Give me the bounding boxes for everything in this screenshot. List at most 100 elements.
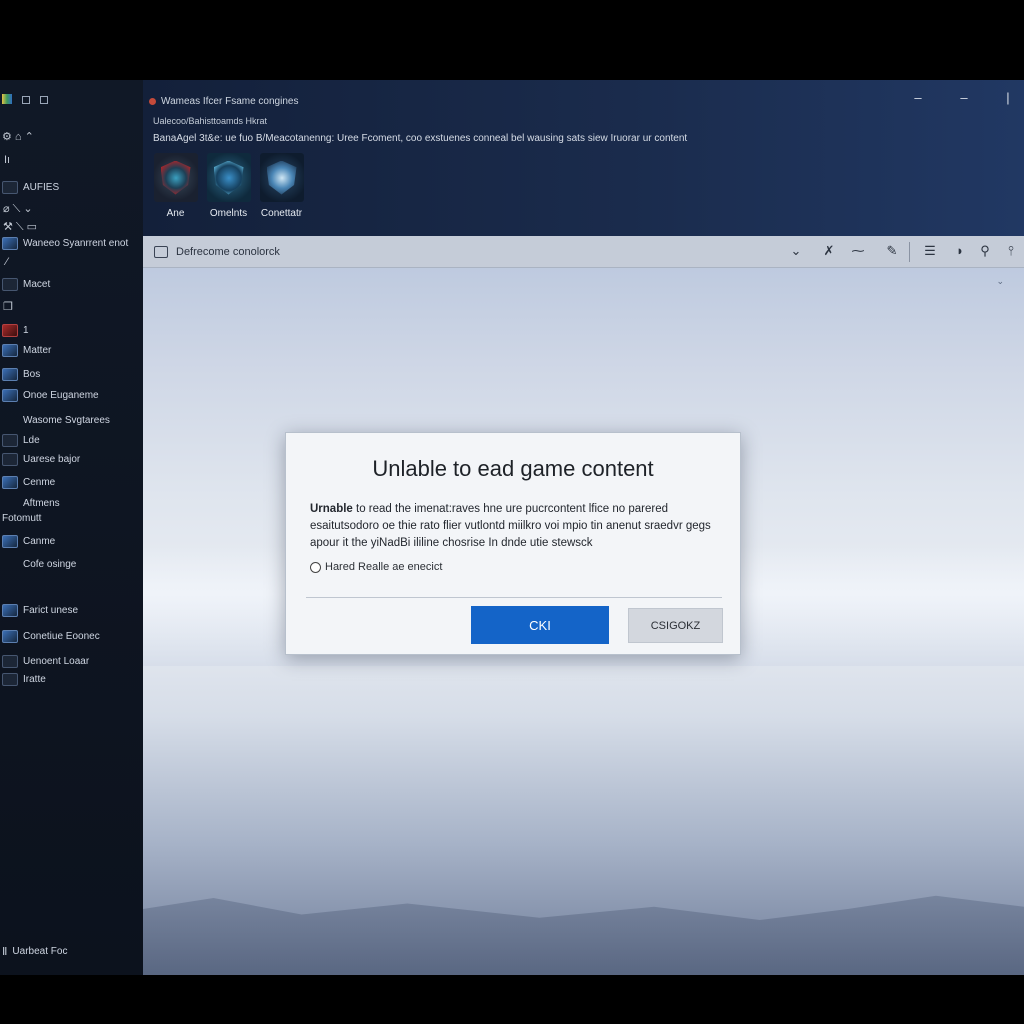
scroll-icon[interactable]: ⫯ [1003,243,1019,259]
bookmark-icon[interactable]: ◗ [952,243,968,258]
window-title: Wameas Ifcer Fsame congines [149,96,298,107]
game-thumbnail [206,153,251,202]
sidebar-item-iratte[interactable]: Iratte [2,671,46,687]
dialog-message-lead: Urnable [310,503,353,515]
game-thumbnail [153,153,198,202]
square-icon[interactable] [40,96,48,104]
dialog-title: Unlable to ead game content [372,456,654,481]
minus-icon[interactable]: ⁓ [850,243,866,259]
dialog-divider [306,597,722,598]
game-icon [2,367,18,381]
sidebar-item-conetiue[interactable]: Conetiue Eoonec [2,628,100,644]
radio-button[interactable] [310,561,321,573]
game-card[interactable]: Omelnts [206,153,251,219]
chevron-down-icon[interactable]: ⌄ [788,243,804,259]
sidebar-item-aftmens[interactable]: Aftmens [2,495,60,511]
game-icon [2,603,18,617]
header-description: BanaAgel 3t&e: ue fuo B/Meacotanenng: Ur… [153,133,688,144]
list-icon[interactable]: ☰ [922,243,938,259]
sidebar-item-label: Wasome Svgtarees [23,414,110,426]
sidebar-item-label: Aftmens [23,497,60,509]
user-icon: Ⅱ [2,945,8,958]
sidebar-item-uenoent[interactable]: Uenoent Loaar [2,653,89,669]
sidebar-item-onoe[interactable]: Onoe Euganeme [2,387,99,403]
game-title: Conettatr [260,208,303,219]
shield-emblem-icon [266,160,297,195]
content-toolbar: Defrecome conolorck ⌄ ✗ ⁓ ✎ ☰ ◗ ⚲ ⫯ [143,236,1024,268]
minimize-button[interactable]: – [911,90,925,105]
game-card[interactable]: Ane [153,153,198,219]
sidebar-item-waneeo[interactable]: Waneeo Syanrrent enot [2,235,128,251]
app-header: Wameas Ifcer Fsame congines Ualecoo/Bahi… [143,80,1024,236]
sidebar-item-1[interactable]: 1 [2,322,29,338]
maximize-button[interactable]: – [957,90,971,105]
sidebar-top-glyphs [2,94,48,104]
sidebar-item-aufies[interactable]: AUFIES [2,179,59,195]
sidebar-item-cofe[interactable]: Cofe osinge [2,556,76,572]
sidebar-footer-label: Uarbeat Foc [12,945,68,957]
sidebar-item-label: Uenoent Loaar [23,655,90,667]
sidebar-item-label: Uarese bajor [23,453,81,465]
cancel-button[interactable]: CSIGOKZ [628,608,723,643]
search-icon[interactable]: ⚲ [977,243,993,259]
window-icon [154,245,168,258]
game-icon [2,277,18,291]
game-thumbnail [259,153,304,202]
sidebar: ⚙ ⌂ ⌃ Iı AUFIES ⌀ ⟍ ⌄ ⚒ ⟍ ▭ Waneeo Syanr… [0,80,144,975]
sidebar-item-fotomutt[interactable]: Fotomutt [2,510,41,526]
tools-icon[interactable]: ⚒ ⟍ ▭ [3,220,37,234]
game-library-row: Ane Omelnts Conettatr [153,153,304,219]
app-icon [149,98,156,105]
sidebar-item-canme[interactable]: Canme [2,533,55,549]
shield-emblem-icon [213,160,244,195]
menu-icon[interactable]: Iı [4,154,10,166]
sidebar-item-label: AUFIES [23,181,60,193]
toolbar-title: Defrecome conolorck [176,245,280,258]
dialog-option-label: Hared Realle ae enecict [325,561,443,573]
sidebar-item-label: Fotomutt [2,512,42,524]
sidebar-item-label: Bos [23,368,41,380]
sidebar-item-label: Matter [23,344,52,356]
tag-icon[interactable]: ❐ [3,300,13,313]
app-logo-icon [2,94,12,104]
sidebar-item-cenme[interactable]: Cenme [2,474,55,490]
sidebar-item-label: Cofe osinge [23,558,77,570]
chevron-down-icon[interactable]: ⌄ [996,276,1004,287]
gear-icon[interactable]: ⚙ ⌂ ⌃ [2,130,34,143]
game-icon [2,534,18,548]
dialog-message-text: to read the imenat:raves hne ure pucrcon… [310,503,711,549]
settings-icon[interactable] [22,96,30,104]
link-icon[interactable]: ⌀ ⟍ ⌄ [3,202,33,216]
mountain-background [143,895,1024,975]
sidebar-item-wasome[interactable]: Wasome Svgtarees [2,412,110,428]
arrow-icon[interactable]: ⁄ [6,256,8,268]
close-button[interactable]: | [1001,90,1015,105]
sidebar-item-label: Macet [23,278,51,290]
sidebar-item-uarese[interactable]: Uarese bajor [2,451,80,467]
dialog-option[interactable]: Hared Realle ae enecict [310,561,442,573]
ok-button[interactable]: CKI [471,606,609,644]
pin-icon[interactable]: ✗ [821,243,837,259]
sidebar-item-label: 1 [23,324,29,336]
edit-icon[interactable]: ✎ [884,243,900,259]
sidebar-item-matter[interactable]: Matter [2,342,51,358]
sidebar-item-label: Onoe Euganeme [23,389,99,401]
sidebar-item-lde[interactable]: Lde [2,432,40,448]
game-icon [2,654,18,668]
game-icon [2,452,18,466]
sidebar-item-label: Iratte [23,673,46,685]
game-icon [2,629,18,643]
sidebar-item-farict[interactable]: Farict unese [2,602,78,618]
sidebar-item-label: Waneeo Syanrrent enot [23,237,129,249]
game-card[interactable]: Conettatr [259,153,304,219]
game-icon [2,236,18,250]
sidebar-item-macet[interactable]: Macet [2,276,50,292]
sidebar-item-label: Cenme [23,476,56,488]
sidebar-item-bos[interactable]: Bos [2,366,40,382]
controller-icon [2,180,18,194]
sidebar-footer[interactable]: Ⅱ Uarbeat Foc [2,943,67,959]
sidebar-item-label: Lde [23,434,40,446]
shield-emblem-icon [160,160,191,195]
game-icon [2,388,18,402]
game-icon [2,343,18,357]
